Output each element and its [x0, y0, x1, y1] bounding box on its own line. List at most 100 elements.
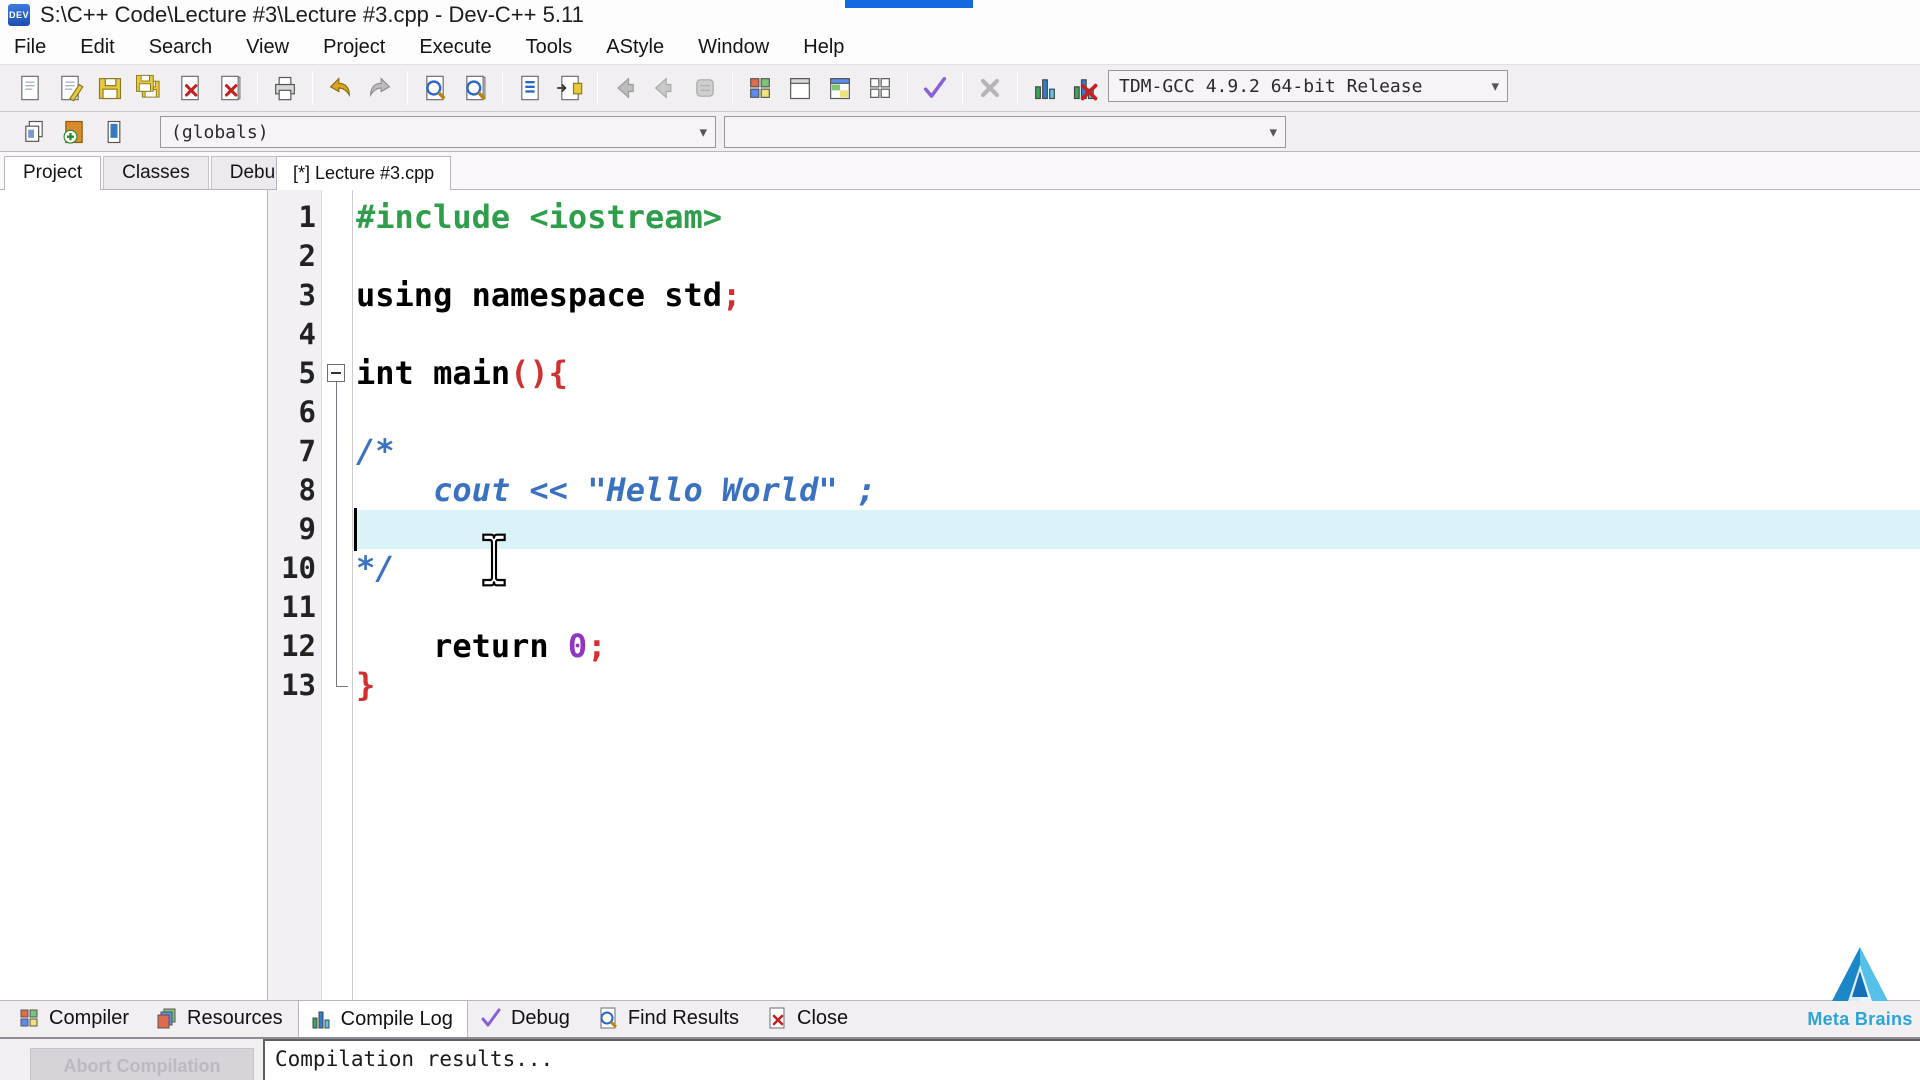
bottom-tab-debug[interactable]: Debug	[468, 1000, 585, 1037]
globals-value: (globals)	[171, 121, 269, 143]
compiler-profile-select[interactable]: TDM-GCC 4.9.2 64-bit Release ▾	[1108, 70, 1508, 102]
insert-snippet-button[interactable]	[14, 112, 54, 152]
code-text: int main(){	[353, 354, 1920, 393]
menu-astyle[interactable]: AStyle	[606, 34, 680, 61]
menu-tools[interactable]: Tools	[526, 34, 589, 61]
bottom-tab-label: Close	[797, 1006, 849, 1029]
fold-toggle-icon[interactable]	[327, 364, 345, 382]
new-file-icon	[21, 75, 39, 101]
rebuild-button[interactable]	[860, 68, 900, 108]
toggle-bookmark-button[interactable]	[550, 68, 590, 108]
fold-margin	[322, 393, 353, 432]
close-file-icon	[769, 1007, 785, 1029]
forward-button[interactable]	[645, 68, 685, 108]
code-line-13[interactable]: 13}	[268, 666, 1920, 705]
open-file-icon	[61, 75, 84, 102]
code-line-2[interactable]: 2	[268, 237, 1920, 276]
line-number: 9	[298, 512, 316, 546]
sidebar-tab-project[interactable]: Project	[4, 156, 102, 190]
goto-bookmark-button[interactable]	[94, 112, 134, 152]
globals-select[interactable]: (globals) ▾	[160, 116, 716, 148]
save-button[interactable]	[90, 68, 130, 108]
code-line-4[interactable]: 4	[268, 315, 1920, 354]
tab-lecture3-cpp[interactable]: [*] Lecture #3.cpp	[276, 156, 452, 190]
open-file-button[interactable]	[50, 68, 90, 108]
bottom-tab-resources[interactable]: Resources	[144, 1000, 298, 1037]
meta-brains-logo-icon	[1832, 947, 1888, 1001]
new-file-button[interactable]	[10, 68, 50, 108]
menu-help[interactable]: Help	[803, 34, 860, 61]
close-file-button[interactable]	[170, 68, 210, 108]
chevron-down-icon: ▾	[1491, 78, 1499, 95]
code-text	[353, 510, 1920, 549]
toolbar-separator	[907, 71, 908, 105]
main-area: Project Classes Debug [*] Lecture #3.cpp 1…	[0, 152, 1920, 1000]
menu-search[interactable]: Search	[149, 34, 228, 61]
line-number: 12	[281, 629, 316, 663]
code-token: ;	[722, 276, 742, 314]
print-button[interactable]	[265, 68, 305, 108]
code-token: /*	[356, 432, 395, 470]
close-all-button[interactable]	[210, 68, 250, 108]
code-line-1[interactable]: 1 #include <iostream>	[268, 198, 1920, 237]
menu-project[interactable]: Project	[323, 34, 401, 61]
toolbar-separator	[597, 71, 598, 105]
menu-window[interactable]: Window	[698, 34, 785, 61]
fold-margin	[322, 627, 353, 666]
menu-file[interactable]: File	[14, 34, 62, 61]
code-line-12[interactable]: 12 return 0;	[268, 627, 1920, 666]
compile-log-output: Compilation results...	[263, 1039, 1920, 1080]
members-select[interactable]: ▾	[724, 116, 1286, 148]
toolbar-separator	[257, 71, 258, 105]
back-button[interactable]	[605, 68, 645, 108]
code-line-8[interactable]: 8 cout << "Hello World" ;	[268, 471, 1920, 510]
delete-profiling-icon	[1073, 79, 1098, 101]
menu-view[interactable]: View	[246, 34, 305, 61]
goto-bookmark-icon	[107, 120, 121, 143]
bottom-tab-close[interactable]: Close	[754, 1000, 863, 1037]
add-bookmark-button[interactable]	[54, 112, 94, 152]
bottom-tab-find-results[interactable]: Find Results	[585, 1000, 754, 1037]
code-line-6[interactable]: 6	[268, 393, 1920, 432]
redo-button[interactable]	[360, 68, 400, 108]
delete-profiling-button[interactable]	[1065, 68, 1105, 108]
nav-stop-button[interactable]	[685, 68, 725, 108]
bottom-tab-bar: Compiler Resources Compile Log Debug Find Re…	[0, 1000, 1920, 1038]
run-button[interactable]	[780, 68, 820, 108]
find-button[interactable]	[415, 68, 455, 108]
bottom-tab-compiler[interactable]: Compiler	[6, 1000, 144, 1037]
fold-margin	[322, 237, 353, 276]
sidebar-tab-classes[interactable]: Classes	[103, 156, 209, 190]
save-icon	[98, 78, 122, 100]
code-token: using namespace std	[356, 276, 723, 314]
bottom-tab-label: Compile Log	[340, 1007, 453, 1030]
menu-bar: File Edit Search View Project Execute Tools ASt…	[0, 30, 1920, 64]
code-line-10[interactable]: 10 */	[268, 549, 1920, 588]
compile-button[interactable]	[740, 68, 780, 108]
menu-execute[interactable]: Execute	[419, 34, 507, 61]
menu-edit[interactable]: Edit	[80, 34, 130, 61]
code-line-3[interactable]: 3 using namespace std;	[268, 276, 1920, 315]
profile-button[interactable]	[1025, 68, 1065, 108]
bottom-tab-compile-log[interactable]: Compile Log	[297, 1000, 468, 1038]
bottom-tab-label: Compiler	[49, 1006, 130, 1029]
code-editor[interactable]: 1 #include <iostream> 2 3 using namespace st…	[268, 189, 1920, 1000]
save-all-button[interactable]	[130, 68, 170, 108]
abort-compilation-button[interactable]: Abort Compilation	[30, 1048, 254, 1080]
code-line-9[interactable]: 9	[268, 510, 1920, 549]
abort-button[interactable]	[970, 68, 1010, 108]
compile-run-button[interactable]	[820, 68, 860, 108]
syntax-check-button[interactable]	[915, 68, 955, 108]
undo-button[interactable]	[320, 68, 360, 108]
goto-line-button[interactable]	[510, 68, 550, 108]
toolbar-separator	[962, 71, 963, 105]
code-line-7[interactable]: 7 /*	[268, 432, 1920, 471]
project-browser-panel[interactable]	[0, 189, 268, 1000]
code-line-11[interactable]: 11	[268, 588, 1920, 627]
replace-button[interactable]	[455, 68, 495, 108]
fold-margin	[322, 276, 353, 315]
fold-margin	[322, 198, 353, 237]
code-line-5[interactable]: 5 int main(){	[268, 354, 1920, 393]
watermark-text: Meta Brains	[1807, 1009, 1913, 1029]
